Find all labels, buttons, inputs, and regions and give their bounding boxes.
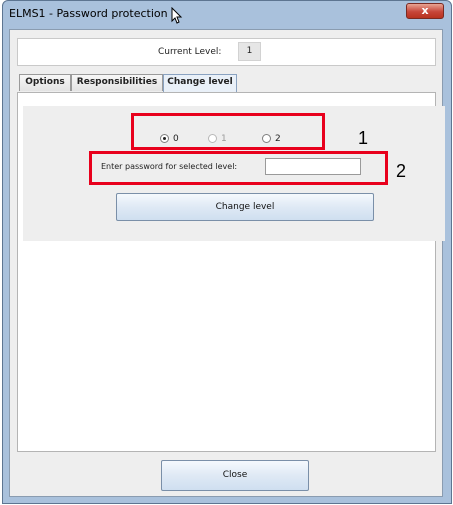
change-level-tab-panel: 0 1 2 1 Enter password for selected leve… [17,92,445,452]
window-title: ELMS1 - Password protection [9,7,168,20]
password-protection-window: ELMS1 - Password protection x Current Le… [2,0,452,504]
current-level-panel: Current Level: 1 [17,38,436,66]
tab-responsibilities[interactable]: Responsibilities [71,74,163,91]
annotation-box-2 [89,151,388,185]
change-level-button[interactable]: Change level [116,193,374,221]
tab-change-level[interactable]: Change level [163,74,237,92]
current-level-value: 1 [238,42,261,61]
change-level-form: 0 1 2 1 Enter password for selected leve… [23,106,445,241]
mouse-cursor-icon [171,7,183,24]
annotation-label-1: 1 [358,128,369,148]
annotation-label-2: 2 [396,161,407,181]
close-icon: x [421,4,429,17]
annotation-box-1 [131,113,325,150]
tab-options[interactable]: Options [19,74,71,91]
dialog-body: Current Level: 1 Options Responsibilitie… [9,29,445,497]
current-level-label: Current Level: [158,47,222,57]
title-bar[interactable]: ELMS1 - Password protection x [3,1,451,29]
close-button[interactable]: Close [161,460,309,491]
window-close-button[interactable]: x [406,3,444,19]
